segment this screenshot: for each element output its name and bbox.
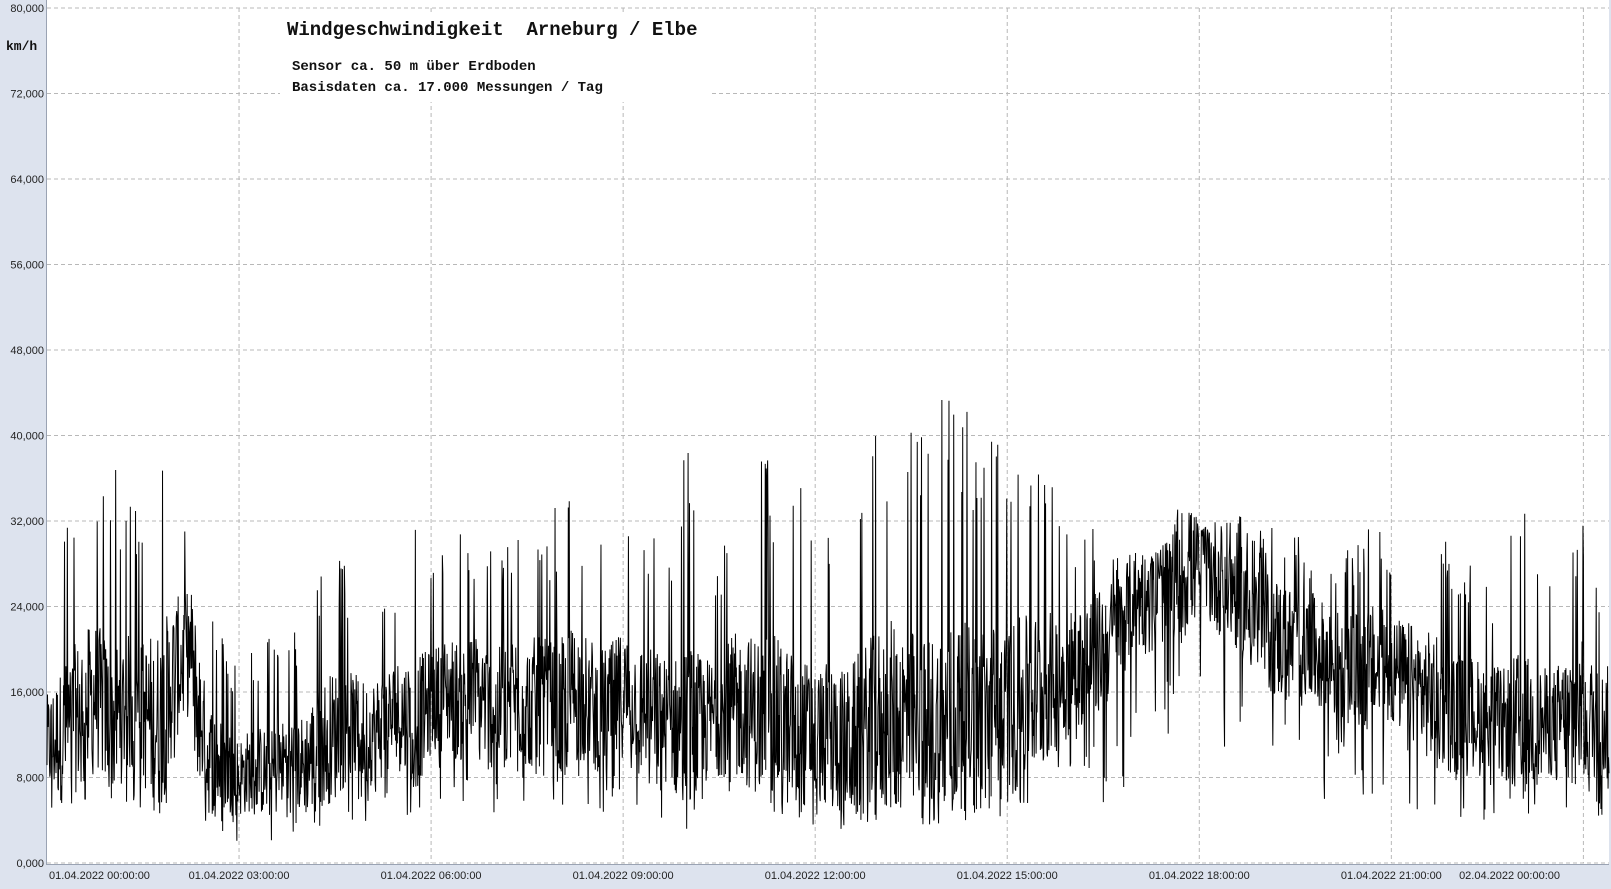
- x-tick-label: 01.04.2022 12:00:00: [765, 870, 866, 882]
- y-tick-label: 48,000: [10, 345, 44, 357]
- x-axis-tick-labels: 01.04.2022 00:00:00 01.04.2022 03:00:00 01…: [49, 870, 1560, 882]
- y-tick-label: 0,000: [16, 858, 44, 870]
- series-wind-speed: [46, 399, 1610, 841]
- y-tick-label: 80,000: [10, 3, 44, 15]
- y-tick-label: 16,000: [10, 687, 44, 699]
- y-tick-label: 40,000: [10, 431, 44, 443]
- chart-subtitle-line-1: Sensor ca. 50 m über Erdboden: [292, 59, 536, 75]
- x-tick-label: 01.04.2022 06:00:00: [381, 870, 482, 882]
- y-tick-label: 32,000: [10, 516, 44, 528]
- y-axis-tick-labels: 0,000 8,000 16,000 24,000 32,000 40,000 48,000…: [10, 3, 44, 870]
- x-tick-label: 01.04.2022 00:00:00: [49, 870, 150, 882]
- y-tick-label: 64,000: [10, 174, 44, 186]
- x-tick-label: 01.04.2022 09:00:00: [573, 870, 674, 882]
- wind-speed-line: [46, 399, 1610, 841]
- y-tick-label: 24,000: [10, 602, 44, 614]
- x-tick-label: 01.04.2022 18:00:00: [1149, 870, 1250, 882]
- x-tick-label: 01.04.2022 21:00:00: [1341, 870, 1442, 882]
- chart-title: Windgeschwindigkeit Arneburg / Elbe: [287, 19, 697, 41]
- x-tick-label: 01.04.2022 03:00:00: [189, 870, 290, 882]
- y-tick-label: 72,000: [10, 89, 44, 101]
- x-tick-label: 01.04.2022 15:00:00: [957, 870, 1058, 882]
- y-axis-unit-label: km/h: [6, 39, 37, 54]
- y-tick-label: 8,000: [16, 773, 44, 785]
- y-tick-label: 56,000: [10, 260, 44, 272]
- x-tick-label: 02.04.2022 00:00:00: [1459, 870, 1560, 882]
- chart-subtitle-line-2: Basisdaten ca. 17.000 Messungen / Tag: [292, 80, 603, 96]
- wind-speed-chart: 0,000 8,000 16,000 24,000 32,000 40,000 48,000…: [6, 3, 1610, 882]
